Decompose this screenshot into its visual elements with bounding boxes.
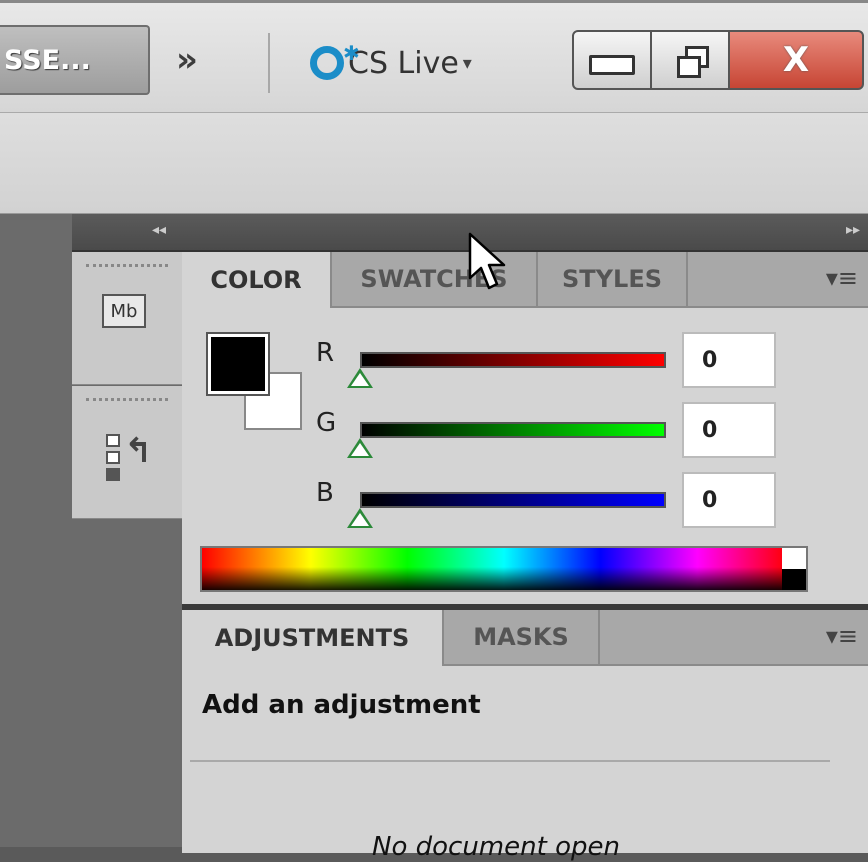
cs-live-icon: ✱ bbox=[310, 41, 360, 80]
options-bar bbox=[0, 112, 868, 215]
collapse-left-icon[interactable]: ◂◂ bbox=[152, 222, 166, 238]
drag-grip[interactable] bbox=[86, 264, 168, 267]
foreground-color-swatch[interactable] bbox=[206, 332, 270, 396]
red-value-input[interactable]: 0 bbox=[682, 332, 776, 388]
panel-icon-dock: Mb ↰ bbox=[72, 252, 184, 847]
application-title-bar: SSE... » ✱ CS Live ▾ X bbox=[0, 0, 868, 112]
red-slider-thumb[interactable] bbox=[347, 368, 373, 388]
close-button[interactable]: X bbox=[728, 30, 864, 90]
close-icon: X bbox=[782, 40, 810, 80]
red-slider-track[interactable] bbox=[360, 352, 666, 368]
titlebar-separator bbox=[268, 33, 270, 93]
mini-bridge-icon[interactable]: Mb bbox=[102, 294, 146, 328]
green-slider-thumb[interactable] bbox=[347, 438, 373, 458]
workspace-label: SSE... bbox=[4, 44, 91, 76]
color-spectrum-ramp[interactable] bbox=[200, 546, 808, 592]
more-workspaces-icon[interactable]: » bbox=[176, 43, 198, 77]
tab-masks[interactable]: MASKS bbox=[444, 610, 600, 664]
drag-grip[interactable] bbox=[86, 398, 168, 401]
panel-menu-icon[interactable]: ▾≡ bbox=[826, 622, 858, 650]
expand-right-icon[interactable]: ▸▸ bbox=[846, 222, 860, 238]
channel-label: B bbox=[316, 478, 334, 508]
blue-value-input[interactable]: 0 bbox=[682, 472, 776, 528]
divider bbox=[190, 760, 830, 762]
history-icon[interactable]: ↰ bbox=[106, 434, 153, 485]
adjustments-panel-tabs: ADJUSTMENTS MASKS ▾≡ bbox=[182, 610, 868, 666]
color-panel: COLOR SWATCHES STYLES ▾≡ R 0 G 0 B 0 bbox=[182, 252, 868, 604]
channel-green: G 0 bbox=[312, 402, 862, 478]
panel-heading: Add an adjustment bbox=[202, 690, 481, 720]
dock-group-history: ↰ bbox=[72, 386, 182, 519]
white-swatch[interactable] bbox=[782, 548, 806, 569]
chevron-down-icon: ▾ bbox=[462, 52, 472, 74]
tab-color[interactable]: COLOR bbox=[182, 252, 332, 308]
blue-slider-thumb[interactable] bbox=[347, 508, 373, 528]
blue-slider-track[interactable] bbox=[360, 492, 666, 508]
adjustments-panel: ADJUSTMENTS MASKS ▾≡ Add an adjustment N… bbox=[182, 604, 868, 862]
color-panel-tabs: COLOR SWATCHES STYLES ▾≡ bbox=[182, 252, 868, 308]
document-workspace bbox=[0, 214, 74, 847]
channel-blue: B 0 bbox=[312, 472, 862, 548]
tab-styles[interactable]: STYLES bbox=[538, 252, 688, 306]
green-slider-track[interactable] bbox=[360, 422, 666, 438]
channel-red: R 0 bbox=[312, 332, 862, 408]
channel-label: G bbox=[316, 408, 337, 438]
green-value-input[interactable]: 0 bbox=[682, 402, 776, 458]
black-swatch[interactable] bbox=[782, 569, 806, 590]
channel-label: R bbox=[316, 338, 335, 368]
panel-menu-icon[interactable]: ▾≡ bbox=[826, 264, 858, 292]
dock-group-mini-bridge: Mb bbox=[72, 252, 182, 385]
minimize-button[interactable] bbox=[572, 30, 652, 90]
restore-button[interactable] bbox=[650, 30, 730, 90]
minimize-icon bbox=[589, 55, 635, 75]
cs-live-label: CS Live bbox=[348, 45, 459, 81]
status-message: No document open bbox=[372, 832, 620, 862]
tab-adjustments[interactable]: ADJUSTMENTS bbox=[182, 610, 444, 666]
restore-icon bbox=[675, 46, 709, 78]
cs-live-button[interactable]: ✱ CS Live ▾ bbox=[310, 33, 472, 93]
workspace-switcher-button[interactable]: SSE... bbox=[0, 25, 150, 95]
mouse-cursor-icon bbox=[468, 232, 506, 290]
